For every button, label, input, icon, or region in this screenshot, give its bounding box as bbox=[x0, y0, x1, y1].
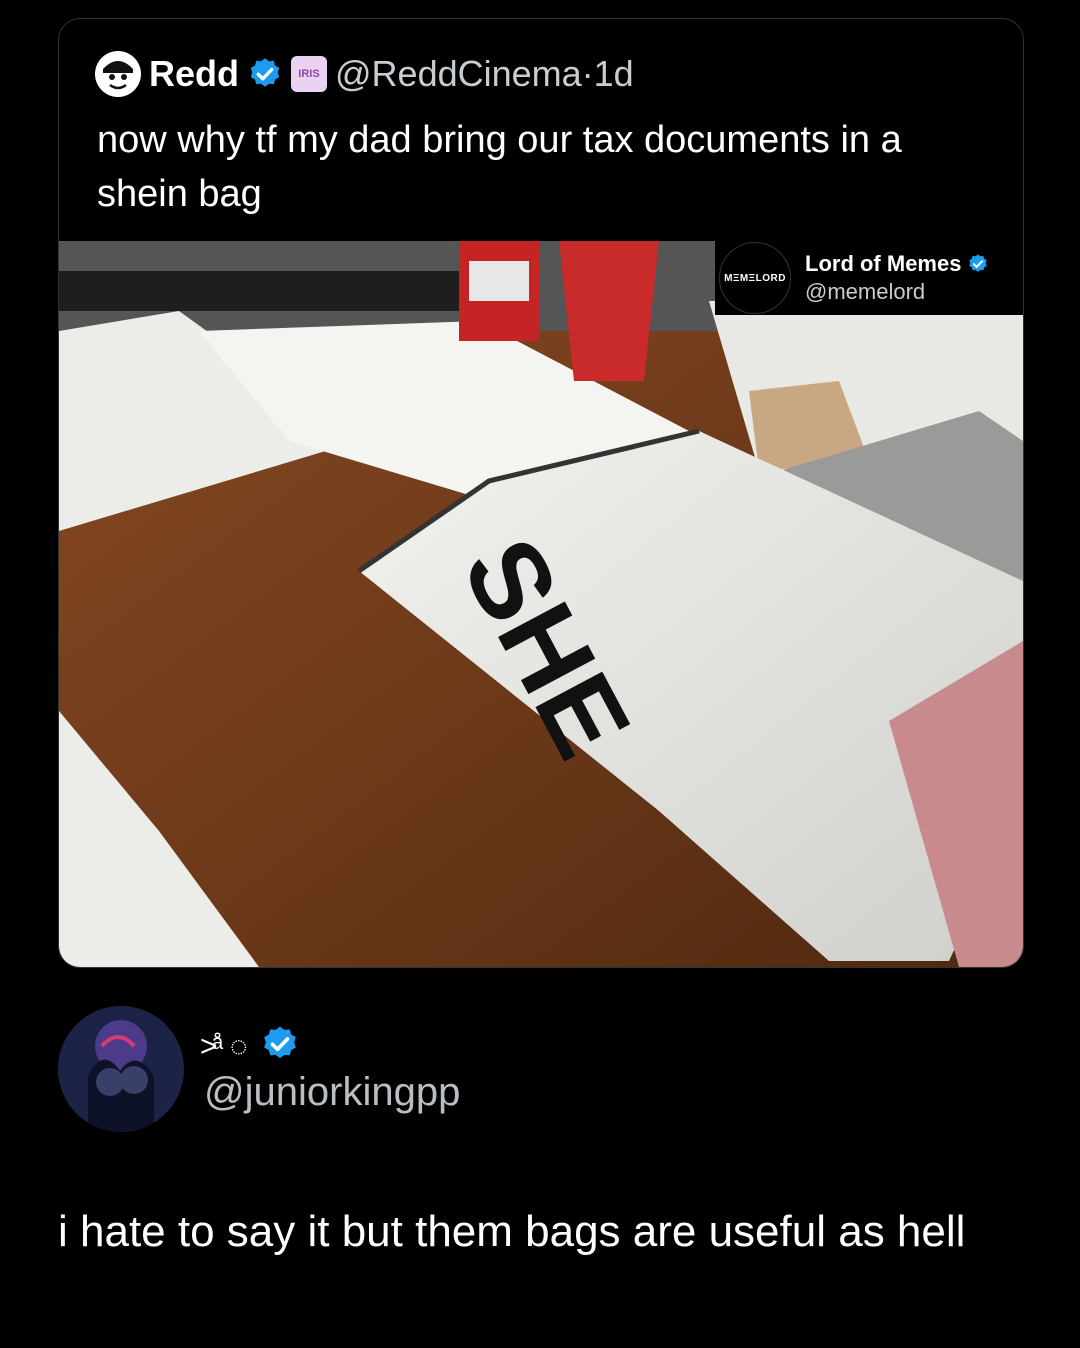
reply-name-row: ˃̊ͣ ◌ bbox=[200, 1024, 300, 1069]
reply-display-name[interactable]: ˃̊ͣ ◌ bbox=[200, 1030, 250, 1064]
post-photo[interactable]: SHE MΞMΞLORD Lord of Memes @memelord bbox=[59, 241, 1023, 967]
quoted-post-text: now why tf my dad bring our tax document… bbox=[97, 119, 902, 215]
verified-badge-icon bbox=[247, 56, 283, 92]
reply-handle[interactable]: @juniorkingpp bbox=[204, 1070, 460, 1115]
author-name[interactable]: Redd bbox=[149, 53, 239, 95]
cartoon-face-icon bbox=[96, 52, 140, 96]
quoted-post-card[interactable]: Redd IRIS @ReddCinema·1d now why tf my d… bbox=[58, 18, 1024, 968]
verified-badge-icon bbox=[967, 253, 989, 275]
photo-shein-bag-icon: SHE bbox=[59, 241, 1023, 967]
quoted-post-header: Redd IRIS @ReddCinema·1d bbox=[95, 49, 634, 99]
watermark-name: Lord of Memes bbox=[805, 251, 962, 276]
memelord-logo: MΞMΞLORD bbox=[719, 242, 791, 314]
author-handle[interactable]: @ReddCinema·1d bbox=[335, 53, 634, 95]
verified-badge-icon bbox=[260, 1024, 300, 1069]
anime-couple-icon bbox=[58, 1006, 184, 1132]
reply-text: i hate to say it but them bags are usefu… bbox=[58, 1207, 966, 1256]
author-avatar[interactable] bbox=[95, 51, 141, 97]
affiliate-badge-icon[interactable]: IRIS bbox=[291, 56, 327, 92]
watermark-handle: @memelord bbox=[805, 279, 926, 304]
memelord-watermark[interactable]: MΞMΞLORD Lord of Memes @memelord bbox=[715, 241, 1023, 315]
reply-avatar[interactable] bbox=[58, 1006, 184, 1132]
post-time: 1d bbox=[593, 53, 634, 94]
